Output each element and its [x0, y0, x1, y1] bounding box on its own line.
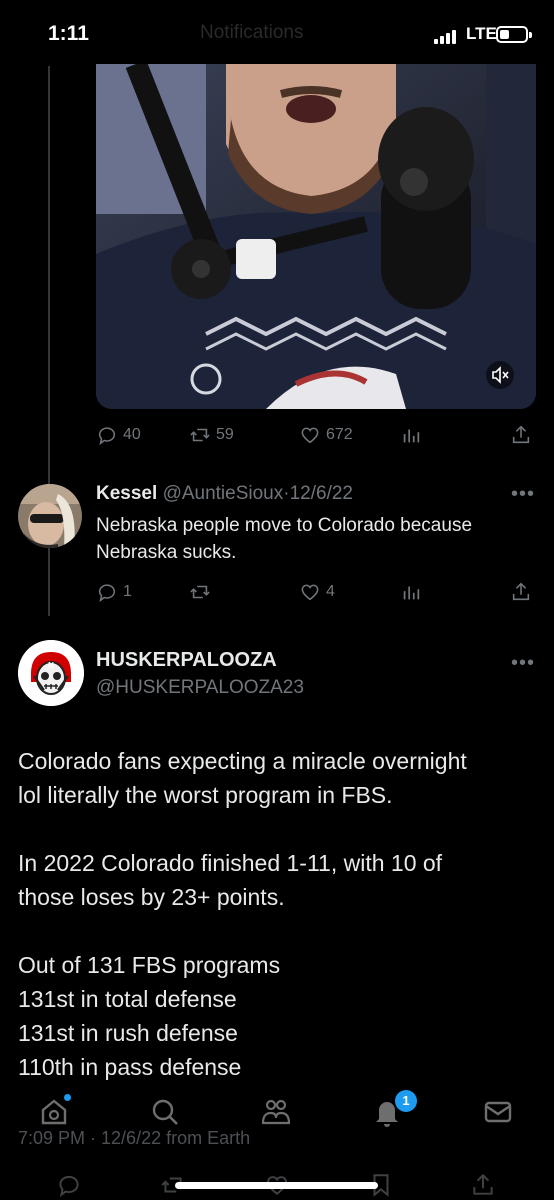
- reply-icon: [98, 584, 116, 603]
- home-icon[interactable]: [38, 1096, 70, 1128]
- views-button[interactable]: [400, 420, 422, 450]
- views-icon: [403, 429, 420, 443]
- tweet-more-icon[interactable]: •••: [511, 652, 535, 675]
- tweet-paragraph: Out of 131 FBS programs 131st in total d…: [18, 948, 538, 1084]
- like-count: 672: [326, 426, 353, 443]
- reply-like-button[interactable]: 4: [299, 577, 335, 607]
- retweet-icon: [190, 585, 210, 599]
- tweet-line: In 2022 Colorado finished 1-11, with 10 …: [18, 850, 443, 876]
- faded-header-title: Notifications: [200, 22, 304, 43]
- reply-icon[interactable]: [56, 1172, 82, 1198]
- video-player[interactable]: [96, 64, 536, 409]
- reply-avatar[interactable]: [18, 484, 82, 548]
- main-avatar[interactable]: N: [18, 640, 84, 706]
- reply-retweet-button[interactable]: [189, 577, 216, 607]
- home-unread-dot: [64, 1094, 71, 1101]
- reply-reply-count: 1: [123, 583, 132, 600]
- views-icon: [403, 586, 420, 600]
- signal-icon: [434, 30, 460, 44]
- mute-icon[interactable]: [486, 361, 514, 389]
- share-icon: [512, 425, 530, 444]
- notification-badge: 1: [395, 1090, 417, 1112]
- battery-icon: [496, 26, 532, 43]
- heart-icon: [301, 427, 319, 444]
- reply-header: Kessel @AuntieSioux·12/6/22: [96, 483, 353, 505]
- reply-author-name[interactable]: Kessel: [96, 483, 157, 504]
- status-time: 1:11: [48, 22, 89, 45]
- tweet-author-handle[interactable]: @HUSKERPALOOZA23: [96, 677, 304, 699]
- tweet-text: Colorado fans expecting a miracle overni…: [18, 744, 538, 1084]
- svg-text:N: N: [48, 661, 54, 670]
- reply-text: Nebraska people move to Colorado because…: [96, 515, 473, 563]
- reply-count: 40: [123, 426, 141, 443]
- reply-like-count: 4: [326, 583, 335, 600]
- tweet-line: lol literally the worst program in FBS.: [18, 782, 393, 808]
- tweet-line: 110th in pass defense: [18, 1054, 242, 1080]
- retweet-count: 59: [216, 426, 234, 443]
- tweet-line: Out of 131 FBS programs: [18, 952, 281, 978]
- reply-actions: 1 4: [96, 577, 536, 607]
- communities-icon[interactable]: [260, 1096, 292, 1128]
- messages-icon[interactable]: [482, 1096, 514, 1128]
- network-type: LTE: [466, 24, 497, 43]
- retweet-button[interactable]: 59: [189, 420, 234, 450]
- tweet-timestamp: 7:09 PM · 12/6/22 from Earth: [18, 1128, 251, 1148]
- reply-reply-button[interactable]: 1: [96, 577, 132, 607]
- reply-icon: [98, 427, 116, 446]
- tweet-paragraph: Colorado fans expecting a miracle overni…: [18, 744, 538, 812]
- like-button[interactable]: 672: [299, 420, 353, 450]
- tweet-line: those loses by 23+ points.: [18, 884, 285, 910]
- share-button[interactable]: [510, 420, 532, 450]
- heart-icon: [301, 584, 319, 601]
- tweet-paragraph: In 2022 Colorado finished 1-11, with 10 …: [18, 846, 538, 914]
- tweet-author-name[interactable]: HUSKERPALOOZA: [96, 649, 277, 672]
- status-bar: Notifications 1:11 LTE: [0, 0, 554, 66]
- reply-more-icon[interactable]: •••: [511, 483, 535, 506]
- tweet-line: 131st in rush defense: [18, 1020, 238, 1046]
- reply-date[interactable]: 12/6/22: [290, 483, 353, 504]
- parent-tweet-actions: 40 59 672: [96, 420, 536, 450]
- tweet-line: 131st in total defense: [18, 986, 237, 1012]
- reply-views-button[interactable]: [400, 577, 422, 607]
- share-icon: [512, 582, 530, 601]
- share-icon[interactable]: [470, 1172, 496, 1198]
- reply-author-handle[interactable]: @AuntieSioux: [163, 483, 284, 504]
- reply-button[interactable]: 40: [96, 420, 141, 450]
- retweet-icon: [190, 428, 210, 442]
- reply-share-button[interactable]: [510, 577, 532, 607]
- tweet-line: Colorado fans expecting a miracle overni…: [18, 748, 467, 774]
- video-frame: [96, 64, 536, 409]
- home-indicator: [175, 1182, 378, 1189]
- search-icon[interactable]: [149, 1096, 181, 1128]
